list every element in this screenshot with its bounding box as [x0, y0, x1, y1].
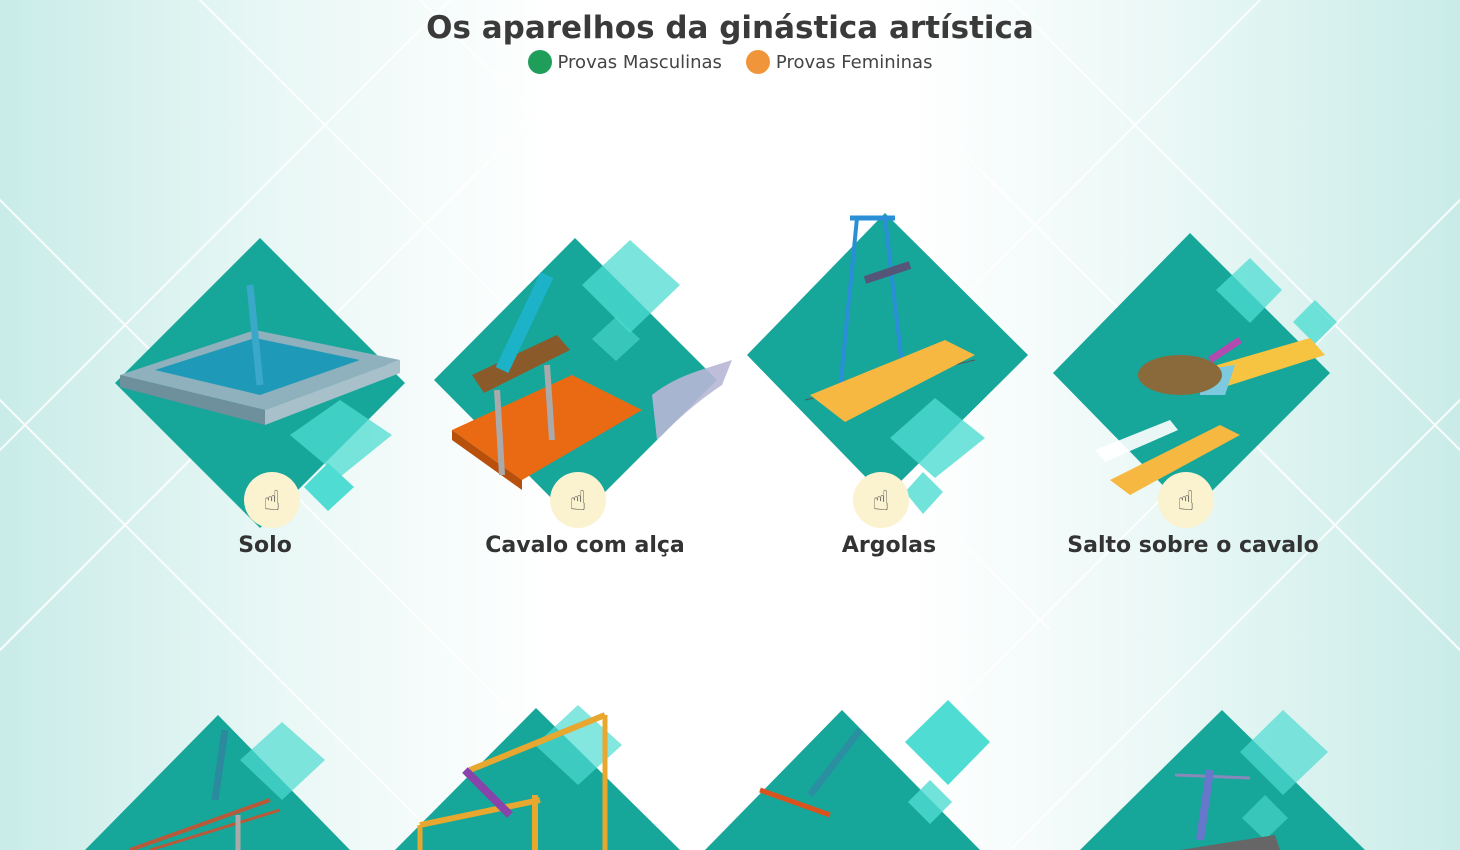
- tap-hand-icon: ☝: [263, 483, 281, 517]
- tap-button-cavalo-com-alca[interactable]: ☝: [550, 472, 606, 528]
- legend: Provas Masculinas Provas Femininas: [0, 50, 1460, 74]
- tap-button-argolas[interactable]: ☝: [853, 472, 909, 528]
- apparatus-label-cavalo-com-alca: Cavalo com alça: [485, 533, 685, 558]
- page-title: Os aparelhos da ginástica artística: [426, 10, 1034, 46]
- legend-dot-women: [745, 50, 770, 74]
- apparatus-label-salto: Salto sobre o cavalo: [1067, 533, 1319, 558]
- balance-beam-illustration: [1080, 710, 1365, 850]
- legend-item-women: Provas Femininas: [745, 50, 933, 74]
- legend-item-men: Provas Masculinas: [527, 50, 722, 74]
- apparatus-card-solo[interactable]: ☝ Solo: [110, 235, 410, 565]
- tap-hand-icon: ☝: [1177, 483, 1195, 517]
- bottom-row-illustrations: [85, 700, 1365, 850]
- tap-button-salto[interactable]: ☝: [1158, 472, 1214, 528]
- legend-dot-men: [527, 50, 552, 74]
- apparatus-card-argolas[interactable]: ☝ Argolas: [745, 210, 1035, 565]
- legend-label-women: Provas Femininas: [775, 51, 933, 73]
- legend-label-men: Provas Masculinas: [557, 51, 722, 73]
- apparatus-card-cavalo-com-alca[interactable]: ☝ Cavalo com alça: [432, 235, 742, 565]
- uneven-bars-illustration: [705, 700, 990, 850]
- apparatus-label-solo: Solo: [238, 533, 292, 558]
- tap-hand-icon: ☝: [569, 483, 587, 517]
- apparatus-label-argolas: Argolas: [841, 533, 937, 558]
- horizontal-bar-illustration: [395, 705, 680, 850]
- tap-hand-icon: ☝: [872, 483, 890, 517]
- tap-button-solo[interactable]: ☝: [244, 472, 300, 528]
- parallel-bars-illustration: [85, 715, 350, 850]
- page-header: Os aparelhos da ginástica artística Prov…: [0, 8, 1460, 74]
- apparatus-card-salto-sobre-o-cavalo[interactable]: ☝ Salto sobre o cavalo: [1050, 230, 1340, 565]
